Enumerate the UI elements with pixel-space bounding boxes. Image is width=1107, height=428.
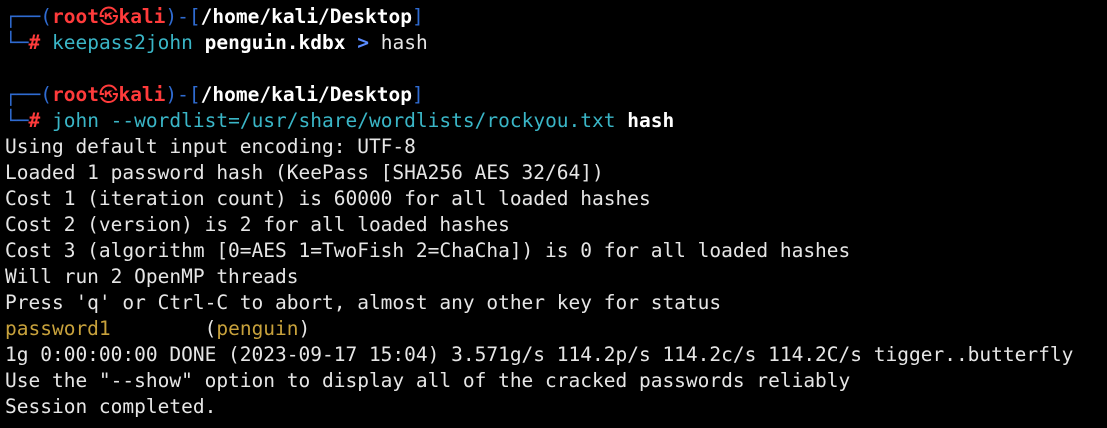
output-line: Cost 3 (algorithm [0=AES 1=TwoFish 2=Cha… xyxy=(5,239,851,262)
terminal-window[interactable]: ┌──(root㉿kali)-[/home/kali/Desktop] └─# … xyxy=(0,0,1107,428)
prompt-frame-mid: )-[ xyxy=(165,83,201,106)
prompt-symbol: # xyxy=(28,109,41,132)
output-line: Press 'q' or Ctrl-C to abort, almost any… xyxy=(5,291,722,314)
skull-icon: ㉿ xyxy=(98,83,119,106)
prompt-cwd: /home/kali/Desktop xyxy=(200,5,412,28)
prompt-user: root xyxy=(51,83,99,106)
output-line: Use the "--show" option to display all o… xyxy=(5,369,851,392)
prompt-host: kali xyxy=(118,5,166,28)
cracked-paren-open: ( xyxy=(204,317,217,340)
prompt-cwd: /home/kali/Desktop xyxy=(200,83,412,106)
prompt-frame-mid: )-[ xyxy=(165,5,201,28)
prompt-frame-bottom: └─ xyxy=(5,109,29,132)
cracked-paren-close: ) xyxy=(298,317,311,340)
command-line[interactable]: └─# john --wordlist=/usr/share/wordlists… xyxy=(5,108,1107,134)
command-redirect: > xyxy=(357,31,370,54)
output-line: Loaded 1 password hash (KeePass [SHA256 … xyxy=(5,161,604,184)
command-line[interactable]: └─# keepass2john penguin.kdbx > hash xyxy=(5,30,1107,56)
prompt-frame-close: ] xyxy=(411,83,424,106)
cracked-target-name: penguin xyxy=(216,317,299,340)
prompt-frame-top: ┌──( xyxy=(5,83,52,106)
prompt-frame-bottom: └─ xyxy=(5,31,29,54)
command-program: keepass2john xyxy=(51,31,193,54)
status-line: 1g 0:00:00:00 DONE (2023-09-17 15:04) 3.… xyxy=(5,343,1074,366)
output-line: Cost 1 (iteration count) is 60000 for al… xyxy=(5,187,651,210)
prompt-header-line: ┌──(root㉿kali)-[/home/kali/Desktop] xyxy=(5,82,1107,108)
prompt-symbol: # xyxy=(28,31,41,54)
session-completed-line: Session completed. xyxy=(5,395,217,418)
cracked-password-line: password1 (penguin) xyxy=(5,316,1107,342)
prompt-user: root xyxy=(51,5,99,28)
command-program: john --wordlist=/usr/share/wordlists/roc… xyxy=(51,109,616,132)
prompt-host: kali xyxy=(118,83,166,106)
command-rest: hash xyxy=(380,31,428,54)
command-target: hash xyxy=(627,109,675,132)
prompt-header-line: ┌──(root㉿kali)-[/home/kali/Desktop] xyxy=(5,4,1107,30)
cracked-spacer xyxy=(111,317,205,340)
cracked-password: password1 xyxy=(5,317,111,340)
skull-icon: ㉿ xyxy=(98,5,119,28)
output-line: Will run 2 OpenMP threads xyxy=(5,265,299,288)
command-target: penguin.kdbx xyxy=(204,31,346,54)
prompt-frame-close: ] xyxy=(411,5,424,28)
output-line: Using default input encoding: UTF-8 xyxy=(5,135,416,158)
prompt-frame-top: ┌──( xyxy=(5,5,52,28)
output-line: Cost 2 (version) is 2 for all loaded has… xyxy=(5,213,510,236)
